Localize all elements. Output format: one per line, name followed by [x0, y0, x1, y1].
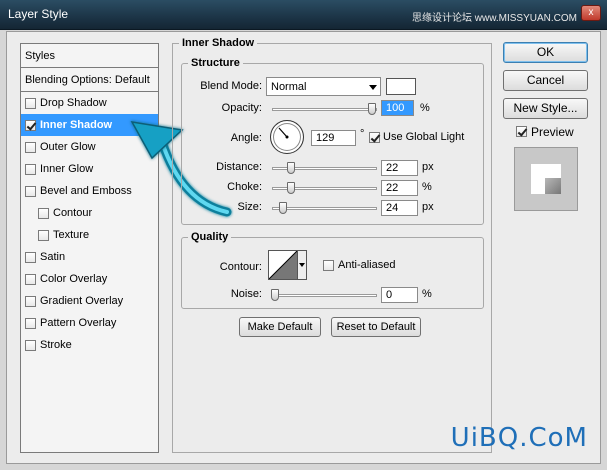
- chevron-down-icon: [299, 263, 305, 267]
- style-item-label: Contour: [53, 207, 93, 219]
- size-label: Size:: [237, 201, 262, 213]
- style-checkbox[interactable]: [38, 229, 49, 241]
- chevron-down-icon: [369, 85, 377, 90]
- style-checkbox[interactable]: [38, 207, 49, 219]
- quality-group: Quality Contour: Anti-aliased Noise: 0 %: [181, 231, 484, 309]
- style-item-label: Stroke: [40, 339, 72, 351]
- style-item-satin[interactable]: Satin: [21, 246, 158, 268]
- distance-slider[interactable]: [272, 162, 377, 174]
- noise-label: Noise:: [230, 288, 262, 300]
- size-field[interactable]: 24: [381, 200, 418, 216]
- style-checkbox[interactable]: [25, 97, 36, 109]
- style-item-drop-shadow[interactable]: Drop Shadow: [21, 92, 158, 114]
- noise-slider[interactable]: [271, 289, 377, 301]
- opacity-slider-thumb[interactable]: [368, 103, 376, 115]
- styles-panel: Styles Blending Options: Default Drop Sh…: [20, 43, 159, 453]
- angle-label: Angle:: [230, 132, 262, 144]
- style-checkbox[interactable]: [25, 317, 36, 329]
- opacity-unit: %: [420, 102, 430, 114]
- quality-title: Quality: [188, 231, 232, 243]
- contour-thumbnail[interactable]: [268, 250, 298, 280]
- style-item-label: Inner Shadow: [40, 119, 113, 131]
- anti-aliased-checkbox[interactable]: [323, 260, 334, 271]
- style-checkbox[interactable]: [25, 141, 36, 153]
- style-checkbox[interactable]: [25, 251, 36, 263]
- style-item-color-overlay[interactable]: Color Overlay: [21, 268, 158, 290]
- style-item-label: Outer Glow: [40, 141, 96, 153]
- blend-mode-select[interactable]: Normal: [266, 77, 381, 96]
- size-slider[interactable]: [272, 202, 377, 214]
- distance-slider-thumb[interactable]: [287, 162, 295, 174]
- style-checkbox[interactable]: [25, 273, 36, 285]
- style-item-stroke[interactable]: Stroke: [21, 334, 158, 356]
- dialog-body: Styles Blending Options: Default Drop Sh…: [6, 31, 601, 464]
- make-default-button[interactable]: Make Default: [239, 317, 321, 337]
- choke-unit: %: [422, 181, 432, 193]
- style-checkbox[interactable]: [25, 185, 36, 197]
- new-style-button[interactable]: New Style...: [503, 98, 588, 119]
- style-item-label: Bevel and Emboss: [40, 185, 132, 197]
- blend-mode-value: Normal: [271, 81, 307, 93]
- choke-label: Choke:: [227, 181, 262, 193]
- shadow-color-swatch[interactable]: [386, 78, 416, 95]
- noise-slider-thumb[interactable]: [271, 289, 279, 301]
- distance-label: Distance:: [216, 161, 262, 173]
- preview-checkbox[interactable]: [516, 126, 527, 137]
- contour-label: Contour:: [219, 261, 262, 273]
- style-item-label: Satin: [40, 251, 66, 263]
- angle-field[interactable]: 129: [311, 130, 356, 146]
- style-item-label: Pattern Overlay: [40, 317, 117, 329]
- choke-field[interactable]: 22: [381, 180, 418, 196]
- style-item-gradient-overlay[interactable]: Gradient Overlay: [21, 290, 158, 312]
- reset-to-default-button[interactable]: Reset to Default: [331, 317, 421, 337]
- blending-options-item[interactable]: Blending Options: Default: [21, 68, 158, 92]
- preview-label: Preview: [531, 125, 574, 139]
- watermark-text: 思缘设计论坛 www.MISSYUAN.COM: [411, 13, 577, 24]
- angle-indicator: [278, 127, 289, 139]
- style-checkbox[interactable]: [25, 163, 36, 175]
- use-global-light-checkbox[interactable]: [369, 132, 380, 143]
- ok-button[interactable]: OK: [503, 42, 588, 63]
- choke-slider[interactable]: [272, 182, 377, 194]
- size-slider-thumb[interactable]: [279, 202, 287, 214]
- style-item-label: Drop Shadow: [40, 97, 107, 109]
- size-unit: px: [422, 201, 434, 213]
- use-global-light-label: Use Global Light: [383, 131, 465, 143]
- inner-shadow-panel: Inner Shadow Structure Blend Mode: Norma…: [172, 37, 492, 453]
- noise-unit: %: [422, 288, 432, 300]
- structure-group: Structure Blend Mode: Normal Opacity: 10…: [181, 57, 484, 225]
- structure-title: Structure: [188, 57, 243, 69]
- anti-aliased-label: Anti-aliased: [338, 259, 396, 271]
- style-item-label: Inner Glow: [40, 163, 94, 175]
- window-title: Layer Style: [8, 7, 69, 21]
- noise-field[interactable]: 0: [381, 287, 418, 303]
- opacity-label: Opacity:: [221, 102, 262, 114]
- angle-dial[interactable]: [270, 120, 304, 154]
- blend-mode-label: Blend Mode:: [200, 80, 262, 92]
- opacity-slider[interactable]: [272, 103, 377, 115]
- distance-field[interactable]: 22: [381, 160, 418, 176]
- style-checkbox[interactable]: [25, 295, 36, 307]
- title-bar: Layer Style 思缘设计论坛 www.MISSYUAN.COM x: [0, 0, 607, 30]
- style-item-label: Texture: [53, 229, 90, 241]
- style-item-texture[interactable]: Texture: [21, 224, 158, 246]
- style-checkbox[interactable]: [25, 119, 36, 131]
- style-item-label: Gradient Overlay: [40, 295, 124, 307]
- choke-slider-thumb[interactable]: [287, 182, 295, 194]
- style-item-pattern-overlay[interactable]: Pattern Overlay: [21, 312, 158, 334]
- styles-header[interactable]: Styles: [21, 44, 158, 68]
- distance-unit: px: [422, 161, 434, 173]
- preview-shadow: [545, 178, 561, 194]
- contour-curve-icon: [268, 250, 298, 280]
- contour-dropdown-button[interactable]: [298, 250, 307, 280]
- style-checkbox[interactable]: [25, 339, 36, 351]
- style-item-label: Color Overlay: [40, 273, 108, 285]
- angle-unit: °: [360, 128, 365, 140]
- cancel-button[interactable]: Cancel: [503, 70, 588, 91]
- preview-thumbnail: [514, 147, 578, 211]
- site-logo: UiBQ.CoM: [450, 423, 588, 453]
- close-button[interactable]: x: [581, 5, 601, 21]
- opacity-field[interactable]: 100: [381, 100, 414, 116]
- inner-shadow-title: Inner Shadow: [179, 37, 258, 49]
